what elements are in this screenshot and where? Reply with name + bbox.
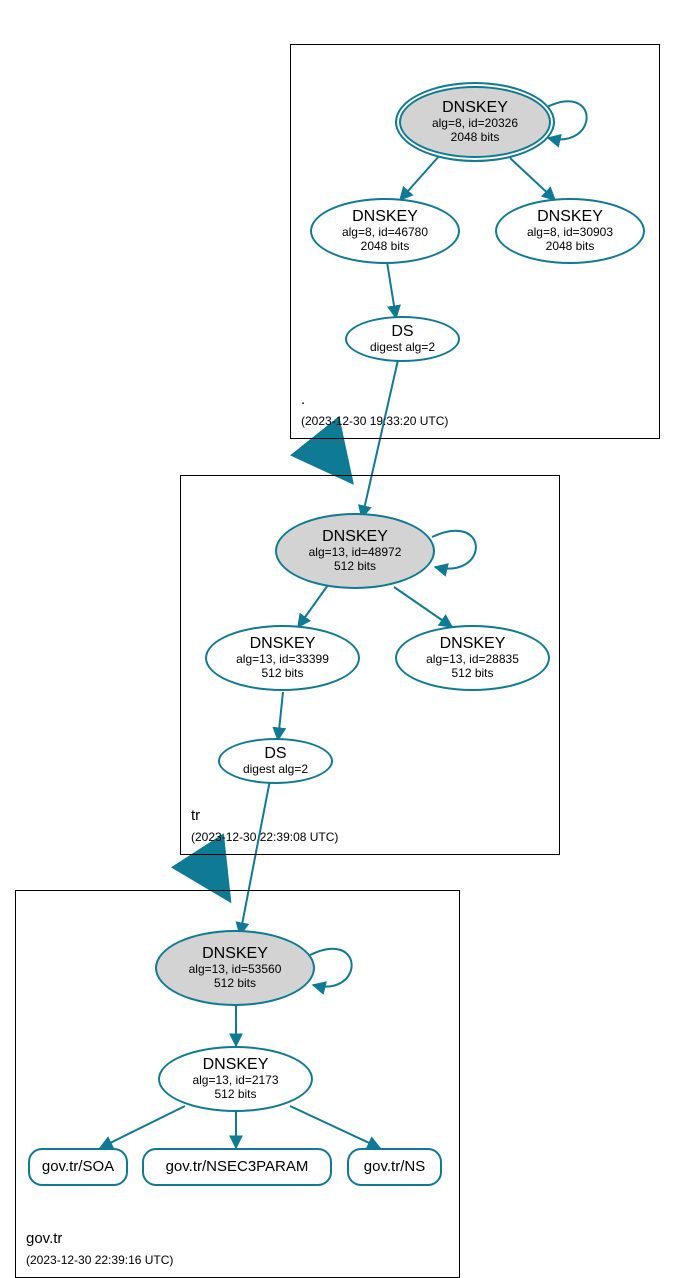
label: alg=13, id=33399 bbox=[236, 653, 329, 667]
label: 512 bits bbox=[261, 667, 303, 681]
label: digest alg=2 bbox=[370, 341, 435, 355]
node-rr-soa: gov.tr/SOA bbox=[28, 1148, 128, 1186]
zone-tr-timestamp: (2023-12-30 22:39:08 UTC) bbox=[191, 830, 338, 844]
zone-root-name: . bbox=[301, 391, 305, 408]
label: alg=13, id=48972 bbox=[309, 546, 402, 560]
node-tr-zsk1: DNSKEY alg=13, id=33399 512 bits bbox=[205, 625, 360, 691]
label: 2048 bits bbox=[361, 240, 410, 254]
label: 512 bits bbox=[334, 560, 376, 574]
node-gov-zsk: DNSKEY alg=13, id=2173 512 bits bbox=[158, 1046, 313, 1112]
label: alg=13, id=2173 bbox=[192, 1074, 278, 1088]
zone-root-timestamp: (2023-12-30 19:33:20 UTC) bbox=[301, 414, 448, 428]
label: DNSKEY bbox=[203, 1056, 269, 1074]
label: DNSKEY bbox=[537, 208, 603, 226]
label: DS bbox=[391, 323, 413, 341]
zone-govtr-timestamp: (2023-12-30 22:39:16 UTC) bbox=[26, 1253, 173, 1267]
label: 2048 bits bbox=[451, 131, 500, 145]
label: DNSKEY bbox=[442, 99, 508, 117]
label: DNSKEY bbox=[202, 945, 268, 963]
node-rr-ns: gov.tr/NS bbox=[347, 1148, 442, 1186]
label: DS bbox=[264, 745, 286, 763]
label: alg=13, id=28835 bbox=[426, 653, 519, 667]
label: alg=8, id=20326 bbox=[432, 117, 518, 131]
label: gov.tr/NS bbox=[364, 1158, 425, 1175]
label: 2048 bits bbox=[546, 240, 595, 254]
label: DNSKEY bbox=[352, 208, 418, 226]
node-root-ds: DS digest alg=2 bbox=[345, 316, 460, 362]
node-tr-zsk2: DNSKEY alg=13, id=28835 512 bits bbox=[395, 625, 550, 691]
label: 512 bits bbox=[451, 667, 493, 681]
label: gov.tr/NSEC3PARAM bbox=[166, 1158, 309, 1175]
label: alg=8, id=46780 bbox=[342, 226, 428, 240]
node-root-zsk2: DNSKEY alg=8, id=30903 2048 bits bbox=[495, 198, 645, 264]
node-root-zsk1: DNSKEY alg=8, id=46780 2048 bits bbox=[310, 198, 460, 264]
node-tr-ksk: DNSKEY alg=13, id=48972 512 bits bbox=[275, 513, 435, 589]
zone-tr-name: tr bbox=[191, 807, 200, 824]
node-rr-nsec3param: gov.tr/NSEC3PARAM bbox=[142, 1148, 332, 1186]
zone-govtr-name: gov.tr bbox=[26, 1230, 62, 1247]
label: 512 bits bbox=[214, 977, 256, 991]
label: 512 bits bbox=[214, 1088, 256, 1102]
label: alg=8, id=30903 bbox=[527, 226, 613, 240]
node-gov-ksk: DNSKEY alg=13, id=53560 512 bits bbox=[155, 930, 315, 1006]
label: DNSKEY bbox=[250, 635, 316, 653]
node-root-ksk: DNSKEY alg=8, id=20326 2048 bits bbox=[395, 82, 555, 162]
node-tr-ds: DS digest alg=2 bbox=[218, 738, 333, 784]
label: gov.tr/SOA bbox=[42, 1158, 114, 1175]
label: DNSKEY bbox=[440, 635, 506, 653]
label: DNSKEY bbox=[322, 528, 388, 546]
label: alg=13, id=53560 bbox=[189, 963, 282, 977]
label: digest alg=2 bbox=[243, 763, 308, 777]
